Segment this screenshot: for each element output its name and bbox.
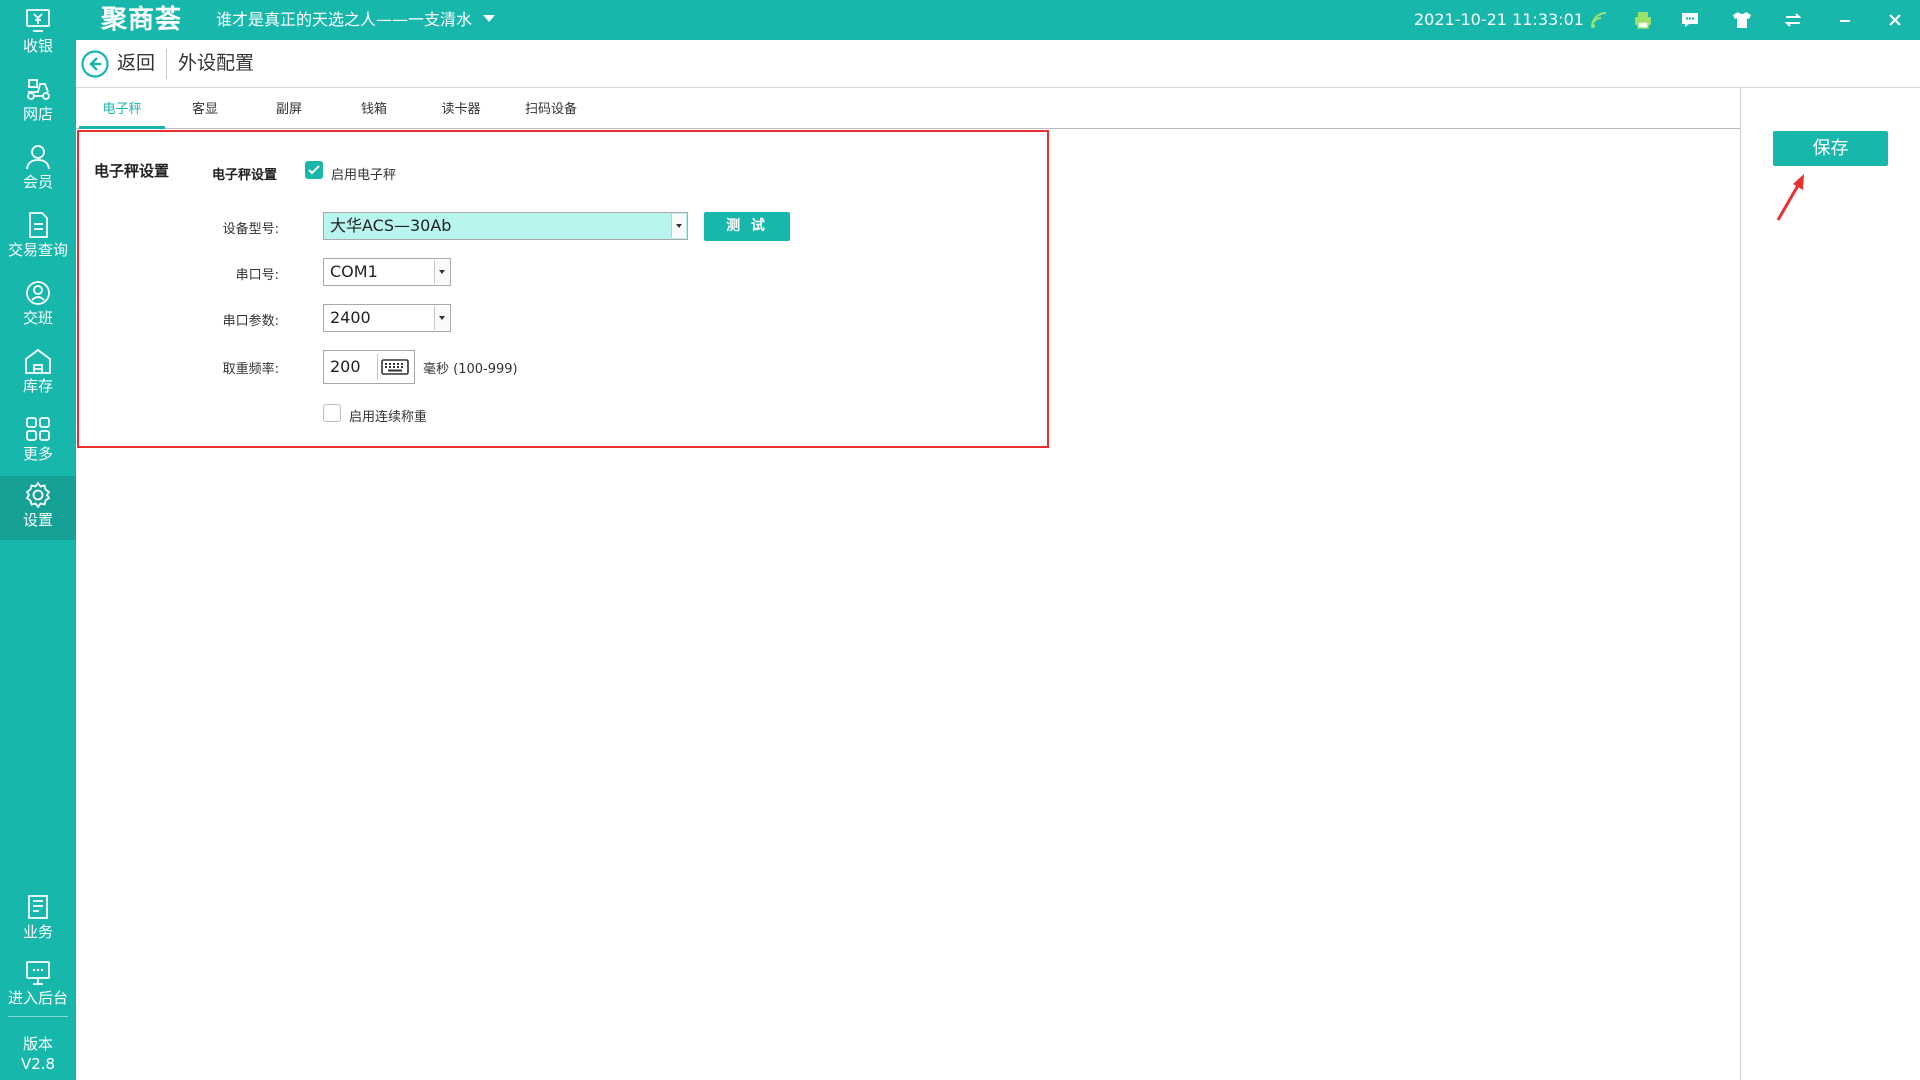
page-header: 返回 外设配置 [76, 40, 1920, 88]
tab-cash-drawer[interactable]: 钱箱 [344, 88, 404, 126]
app-logo: 聚商荟 [101, 5, 183, 35]
book-icon [23, 892, 53, 922]
chevron-down-icon[interactable] [671, 214, 686, 238]
sidebar-item-business[interactable]: 业务 [0, 888, 76, 954]
sidebar-item-label: 网店 [22, 105, 53, 123]
warehouse-icon [23, 346, 53, 376]
version-label: 版本 [22, 1035, 53, 1053]
sidebar-item-transactions[interactable]: 交易查询 [0, 206, 76, 272]
wifi-signal-icon[interactable] [1588, 9, 1610, 31]
user-icon [23, 142, 53, 172]
title-bar: 聚商荟 谁才是真正的天选之人——一支清水 2021-10-21 11:33:01 [0, 0, 1920, 40]
section-title: 电子秤设置 [94, 162, 170, 180]
message-icon[interactable] [1679, 9, 1701, 31]
minimize-icon[interactable] [1834, 9, 1856, 31]
datetime: 2021-10-21 11:33:01 [1414, 10, 1584, 29]
printer-icon[interactable] [1632, 9, 1654, 31]
sidebar-item-online-store[interactable]: 网店 [0, 70, 76, 136]
port-params-value: 2400 [330, 308, 371, 327]
sidebar-item-label: 收银 [22, 37, 53, 55]
sidebar-item-label: 库存 [22, 377, 53, 395]
sidebar-item-members[interactable]: 会员 [0, 138, 76, 204]
enable-scale-checkbox[interactable] [305, 161, 323, 179]
sidebar-item-label: 会员 [22, 173, 53, 191]
keyboard-icon[interactable] [377, 354, 412, 380]
grid-icon [23, 414, 53, 444]
tab-customer-display[interactable]: 客显 [175, 88, 235, 126]
tab-electronic-scale[interactable]: 电子秤 [79, 88, 165, 129]
sidebar: 收银 网店 会员 交易查询 交班 库存 更多 设置 业务 进入后台 版本 V2.… [0, 0, 76, 1080]
port-value: COM1 [330, 262, 378, 281]
device-model-label: 设备型号: [222, 222, 279, 237]
annotation-arrow [1770, 168, 1820, 228]
sidebar-item-cashier[interactable]: 收银 [0, 2, 76, 68]
tshirt-icon[interactable] [1731, 9, 1753, 31]
back-arrow-icon[interactable] [81, 50, 109, 78]
frequency-value: 200 [330, 357, 361, 376]
sidebar-item-backend[interactable]: 进入后台 [0, 954, 76, 1020]
port-params-select[interactable]: 2400 [323, 304, 451, 332]
frequency-unit: 毫秒 (100-999) [423, 362, 518, 377]
port-params-label: 串口参数: [222, 314, 279, 329]
scale-settings-panel: 电子秤设置 电子秤设置 启用电子秤 设备型号: 大华ACS—30Ab 测 试 串… [77, 130, 1049, 448]
sidebar-divider [8, 1016, 68, 1017]
delivery-icon [23, 74, 53, 104]
sidebar-item-label: 业务 [22, 923, 53, 941]
sidebar-item-label: 交易查询 [7, 241, 68, 259]
chevron-down-icon[interactable] [434, 260, 449, 284]
group-title: 电子秤设置 [212, 168, 278, 183]
device-model-value: 大华ACS—30Ab [330, 216, 452, 235]
tab-card-reader[interactable]: 读卡器 [425, 88, 497, 126]
cashier-icon [23, 6, 53, 36]
back-button[interactable]: 返回 [117, 40, 155, 87]
version-info: 版本 V2.8 [0, 1034, 76, 1074]
sidebar-item-inventory[interactable]: 库存 [0, 342, 76, 408]
shift-icon [23, 278, 53, 308]
tab-secondary-screen[interactable]: 副屏 [259, 88, 319, 126]
sidebar-item-label: 进入后台 [7, 989, 68, 1007]
tab-bar: 电子秤 客显 副屏 钱箱 读卡器 扫码设备 [76, 88, 1740, 129]
port-label: 串口号: [235, 268, 279, 283]
version-number: V2.8 [20, 1055, 56, 1073]
tab-scanner[interactable]: 扫码设备 [509, 88, 593, 126]
device-model-select[interactable]: 大华ACS—30Ab [323, 212, 688, 240]
continuous-weighing-checkbox[interactable] [323, 404, 341, 422]
sidebar-item-shift[interactable]: 交班 [0, 274, 76, 340]
monitor-icon [23, 958, 53, 988]
port-select[interactable]: COM1 [323, 258, 451, 286]
gear-icon [23, 480, 53, 510]
document-icon [23, 210, 53, 240]
frequency-label: 取重频率: [222, 362, 279, 377]
close-icon[interactable] [1884, 9, 1906, 31]
right-panel-divider [1740, 88, 1741, 1080]
sidebar-item-more[interactable]: 更多 [0, 410, 76, 476]
shop-name[interactable]: 谁才是真正的天选之人——一支清水 [216, 0, 472, 40]
chevron-down-icon[interactable] [434, 306, 449, 330]
sidebar-item-label: 更多 [22, 445, 53, 463]
switch-icon[interactable] [1782, 9, 1804, 31]
sidebar-item-settings[interactable]: 设置 [0, 476, 76, 540]
enable-scale-label: 启用电子秤 [331, 168, 397, 183]
page-title: 外设配置 [178, 52, 255, 74]
save-button[interactable]: 保存 [1773, 131, 1888, 166]
test-button[interactable]: 测 试 [704, 212, 790, 241]
continuous-weighing-label: 启用连续称重 [349, 410, 428, 425]
sidebar-item-label: 设置 [22, 511, 53, 529]
sidebar-item-label: 交班 [22, 309, 53, 327]
header-divider [166, 49, 167, 79]
shop-dropdown-icon[interactable] [483, 15, 495, 22]
frequency-input[interactable]: 200 [323, 350, 415, 384]
